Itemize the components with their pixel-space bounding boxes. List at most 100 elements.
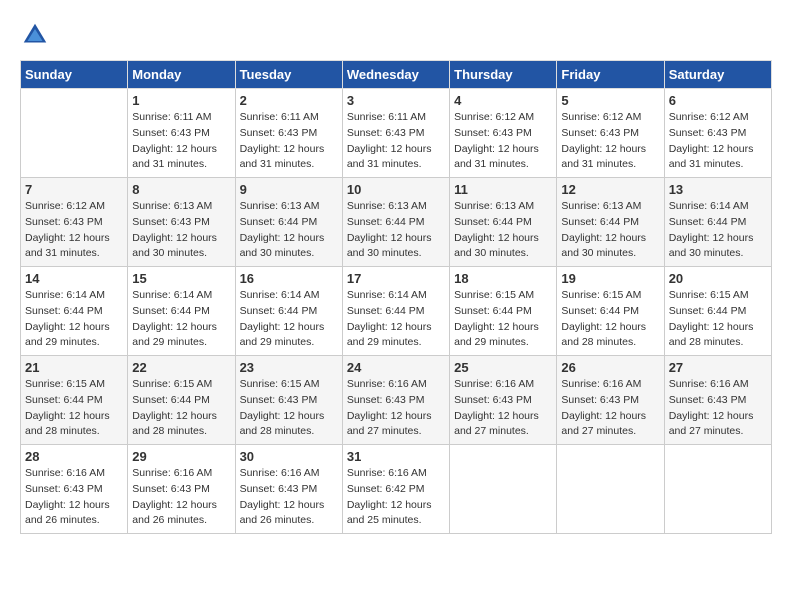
calendar-cell: 15 Sunrise: 6:14 AMSunset: 6:44 PMDayligh… xyxy=(128,267,235,356)
calendar-week: 7 Sunrise: 6:12 AMSunset: 6:43 PMDaylight… xyxy=(21,178,772,267)
day-number: 5 xyxy=(561,93,659,108)
day-number: 18 xyxy=(454,271,552,286)
calendar-cell xyxy=(21,89,128,178)
calendar-cell: 30 Sunrise: 6:16 AMSunset: 6:43 PMDayligh… xyxy=(235,445,342,534)
calendar-cell xyxy=(450,445,557,534)
day-number: 15 xyxy=(132,271,230,286)
header-day: Monday xyxy=(128,61,235,89)
day-info: Sunrise: 6:14 AMSunset: 6:44 PMDaylight:… xyxy=(132,288,230,351)
day-number: 23 xyxy=(240,360,338,375)
day-info: Sunrise: 6:16 AMSunset: 6:43 PMDaylight:… xyxy=(240,466,338,529)
calendar-cell: 3 Sunrise: 6:11 AMSunset: 6:43 PMDaylight… xyxy=(342,89,449,178)
calendar-cell: 21 Sunrise: 6:15 AMSunset: 6:44 PMDayligh… xyxy=(21,356,128,445)
header-day: Friday xyxy=(557,61,664,89)
day-info: Sunrise: 6:16 AMSunset: 6:43 PMDaylight:… xyxy=(347,377,445,440)
day-number: 26 xyxy=(561,360,659,375)
day-number: 24 xyxy=(347,360,445,375)
calendar-cell xyxy=(557,445,664,534)
day-number: 27 xyxy=(669,360,767,375)
day-info: Sunrise: 6:13 AMSunset: 6:44 PMDaylight:… xyxy=(454,199,552,262)
calendar-cell: 28 Sunrise: 6:16 AMSunset: 6:43 PMDayligh… xyxy=(21,445,128,534)
calendar-week: 14 Sunrise: 6:14 AMSunset: 6:44 PMDayligh… xyxy=(21,267,772,356)
calendar-cell: 5 Sunrise: 6:12 AMSunset: 6:43 PMDaylight… xyxy=(557,89,664,178)
header-row: SundayMondayTuesdayWednesdayThursdayFrid… xyxy=(21,61,772,89)
calendar-cell: 29 Sunrise: 6:16 AMSunset: 6:43 PMDayligh… xyxy=(128,445,235,534)
header-day: Tuesday xyxy=(235,61,342,89)
day-info: Sunrise: 6:14 AMSunset: 6:44 PMDaylight:… xyxy=(347,288,445,351)
day-info: Sunrise: 6:12 AMSunset: 6:43 PMDaylight:… xyxy=(454,110,552,173)
day-number: 29 xyxy=(132,449,230,464)
day-number: 14 xyxy=(25,271,123,286)
calendar-cell: 20Sunrise: 6:15 AMSunset: 6:44 PMDayligh… xyxy=(664,267,771,356)
calendar-cell: 7 Sunrise: 6:12 AMSunset: 6:43 PMDaylight… xyxy=(21,178,128,267)
day-number: 6 xyxy=(669,93,767,108)
header-day: Saturday xyxy=(664,61,771,89)
day-info: Sunrise: 6:16 AMSunset: 6:43 PMDaylight:… xyxy=(454,377,552,440)
calendar-cell: 23 Sunrise: 6:15 AMSunset: 6:43 PMDayligh… xyxy=(235,356,342,445)
day-number: 8 xyxy=(132,182,230,197)
day-info: Sunrise: 6:16 AMSunset: 6:42 PMDaylight:… xyxy=(347,466,445,529)
calendar-cell xyxy=(664,445,771,534)
day-number: 7 xyxy=(25,182,123,197)
day-info: Sunrise: 6:16 AMSunset: 6:43 PMDaylight:… xyxy=(561,377,659,440)
calendar-cell: 17 Sunrise: 6:14 AMSunset: 6:44 PMDayligh… xyxy=(342,267,449,356)
calendar-cell: 4Sunrise: 6:12 AMSunset: 6:43 PMDaylight… xyxy=(450,89,557,178)
day-info: Sunrise: 6:12 AMSunset: 6:43 PMDaylight:… xyxy=(25,199,123,262)
header-day: Sunday xyxy=(21,61,128,89)
calendar-cell: 2 Sunrise: 6:11 AMSunset: 6:43 PMDaylight… xyxy=(235,89,342,178)
day-info: Sunrise: 6:14 AMSunset: 6:44 PMDaylight:… xyxy=(25,288,123,351)
logo xyxy=(20,20,52,50)
day-info: Sunrise: 6:15 AMSunset: 6:44 PMDaylight:… xyxy=(454,288,552,351)
day-number: 3 xyxy=(347,93,445,108)
day-info: Sunrise: 6:11 AMSunset: 6:43 PMDaylight:… xyxy=(240,110,338,173)
calendar-cell: 14 Sunrise: 6:14 AMSunset: 6:44 PMDayligh… xyxy=(21,267,128,356)
calendar-body: 1 Sunrise: 6:11 AMSunset: 6:43 PMDaylight… xyxy=(21,89,772,534)
day-info: Sunrise: 6:13 AMSunset: 6:44 PMDaylight:… xyxy=(347,199,445,262)
day-info: Sunrise: 6:14 AMSunset: 6:44 PMDaylight:… xyxy=(669,199,767,262)
day-number: 10 xyxy=(347,182,445,197)
day-info: Sunrise: 6:12 AMSunset: 6:43 PMDaylight:… xyxy=(561,110,659,173)
day-number: 17 xyxy=(347,271,445,286)
day-number: 30 xyxy=(240,449,338,464)
day-info: Sunrise: 6:15 AMSunset: 6:44 PMDaylight:… xyxy=(25,377,123,440)
day-number: 16 xyxy=(240,271,338,286)
day-number: 11 xyxy=(454,182,552,197)
calendar-cell: 8 Sunrise: 6:13 AMSunset: 6:43 PMDaylight… xyxy=(128,178,235,267)
calendar-cell: 22 Sunrise: 6:15 AMSunset: 6:44 PMDayligh… xyxy=(128,356,235,445)
calendar-cell: 12 Sunrise: 6:13 AMSunset: 6:44 PMDayligh… xyxy=(557,178,664,267)
calendar-header: SundayMondayTuesdayWednesdayThursdayFrid… xyxy=(21,61,772,89)
day-info: Sunrise: 6:13 AMSunset: 6:44 PMDaylight:… xyxy=(561,199,659,262)
day-info: Sunrise: 6:16 AMSunset: 6:43 PMDaylight:… xyxy=(132,466,230,529)
day-number: 1 xyxy=(132,93,230,108)
day-info: Sunrise: 6:15 AMSunset: 6:44 PMDaylight:… xyxy=(561,288,659,351)
calendar-cell: 11 Sunrise: 6:13 AMSunset: 6:44 PMDayligh… xyxy=(450,178,557,267)
day-number: 22 xyxy=(132,360,230,375)
day-number: 21 xyxy=(25,360,123,375)
calendar-cell: 26 Sunrise: 6:16 AMSunset: 6:43 PMDayligh… xyxy=(557,356,664,445)
calendar-cell: 6Sunrise: 6:12 AMSunset: 6:43 PMDaylight… xyxy=(664,89,771,178)
day-info: Sunrise: 6:15 AMSunset: 6:43 PMDaylight:… xyxy=(240,377,338,440)
calendar-cell: 24 Sunrise: 6:16 AMSunset: 6:43 PMDayligh… xyxy=(342,356,449,445)
day-info: Sunrise: 6:16 AMSunset: 6:43 PMDaylight:… xyxy=(25,466,123,529)
calendar-table: SundayMondayTuesdayWednesdayThursdayFrid… xyxy=(20,60,772,534)
day-info: Sunrise: 6:13 AMSunset: 6:43 PMDaylight:… xyxy=(132,199,230,262)
calendar-cell: 10 Sunrise: 6:13 AMSunset: 6:44 PMDayligh… xyxy=(342,178,449,267)
day-info: Sunrise: 6:11 AMSunset: 6:43 PMDaylight:… xyxy=(347,110,445,173)
day-number: 28 xyxy=(25,449,123,464)
day-info: Sunrise: 6:13 AMSunset: 6:44 PMDaylight:… xyxy=(240,199,338,262)
logo-icon xyxy=(20,20,50,50)
day-info: Sunrise: 6:14 AMSunset: 6:44 PMDaylight:… xyxy=(240,288,338,351)
calendar-week: 21 Sunrise: 6:15 AMSunset: 6:44 PMDayligh… xyxy=(21,356,772,445)
calendar-cell: 19Sunrise: 6:15 AMSunset: 6:44 PMDayligh… xyxy=(557,267,664,356)
calendar-cell: 25Sunrise: 6:16 AMSunset: 6:43 PMDayligh… xyxy=(450,356,557,445)
header-day: Wednesday xyxy=(342,61,449,89)
day-info: Sunrise: 6:16 AMSunset: 6:43 PMDaylight:… xyxy=(669,377,767,440)
day-info: Sunrise: 6:11 AMSunset: 6:43 PMDaylight:… xyxy=(132,110,230,173)
day-number: 2 xyxy=(240,93,338,108)
day-number: 12 xyxy=(561,182,659,197)
calendar-cell: 1 Sunrise: 6:11 AMSunset: 6:43 PMDaylight… xyxy=(128,89,235,178)
calendar-week: 1 Sunrise: 6:11 AMSunset: 6:43 PMDaylight… xyxy=(21,89,772,178)
calendar-cell: 13 Sunrise: 6:14 AMSunset: 6:44 PMDayligh… xyxy=(664,178,771,267)
day-info: Sunrise: 6:15 AMSunset: 6:44 PMDaylight:… xyxy=(132,377,230,440)
day-number: 13 xyxy=(669,182,767,197)
